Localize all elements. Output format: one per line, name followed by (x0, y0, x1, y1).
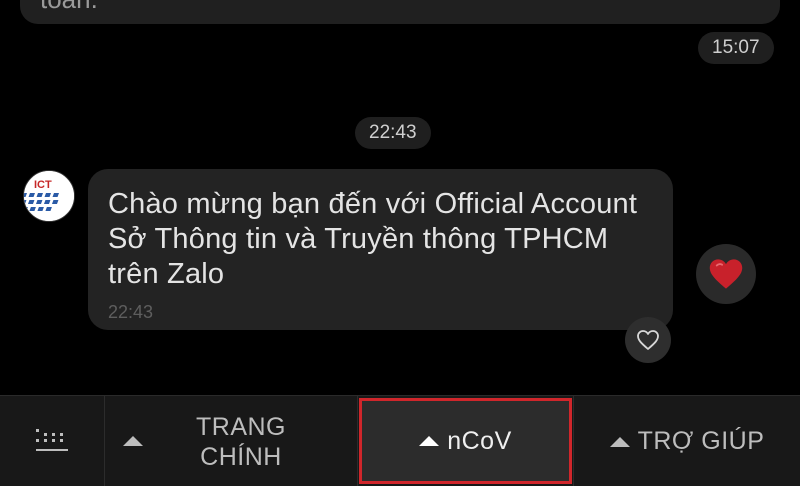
heart-reaction-button[interactable] (696, 244, 756, 304)
message-bubble[interactable]: Chào mừng bạn đến với Official Account S… (88, 169, 673, 330)
menu-help-label: TRỢ GIÚP (637, 427, 765, 455)
menu-home-label: TRANG CHÍNH (196, 412, 286, 471)
message-time: 22:43 (108, 302, 154, 322)
message-line: Sở Thông tin và Truyền thông TPHCM (108, 223, 609, 255)
caret-up-icon (419, 436, 440, 446)
menu-divider (357, 396, 358, 486)
message-line: trên Zalo (108, 258, 225, 290)
time-divider: 22:43 (355, 117, 431, 149)
heart-outline-icon (637, 330, 659, 350)
menu-item-ncov[interactable]: nCoV (359, 398, 572, 484)
menu-ncov-label: nCoV (447, 426, 512, 455)
caret-up-icon (609, 436, 630, 447)
keyboard-icon (36, 428, 68, 451)
previous-message-time: 15:07 (698, 32, 774, 64)
message-line: Chào mừng bạn đến với Official Account (108, 188, 638, 220)
svg-text:ICT: ICT (34, 179, 52, 191)
heart-filled-icon (709, 259, 743, 289)
menu-item-help[interactable]: TRỢ GIÚP (574, 396, 800, 486)
chat-screen: toàn. 15:07 22:43 ICT (0, 0, 800, 486)
previous-message-bubble[interactable]: toàn. (20, 0, 780, 24)
avatar[interactable]: ICT (23, 170, 75, 222)
keyboard-toggle-button[interactable] (0, 396, 104, 486)
reaction-button[interactable] (625, 317, 671, 363)
menu-item-home[interactable]: TRANG CHÍNH (105, 396, 357, 486)
bottom-menu-bar: TRANG CHÍNH nCoV TRỢ GIÚP (0, 395, 800, 486)
ict-logo-icon: ICT (24, 171, 74, 221)
previous-message-text: toàn. (40, 0, 98, 14)
caret-up-icon (123, 436, 143, 446)
